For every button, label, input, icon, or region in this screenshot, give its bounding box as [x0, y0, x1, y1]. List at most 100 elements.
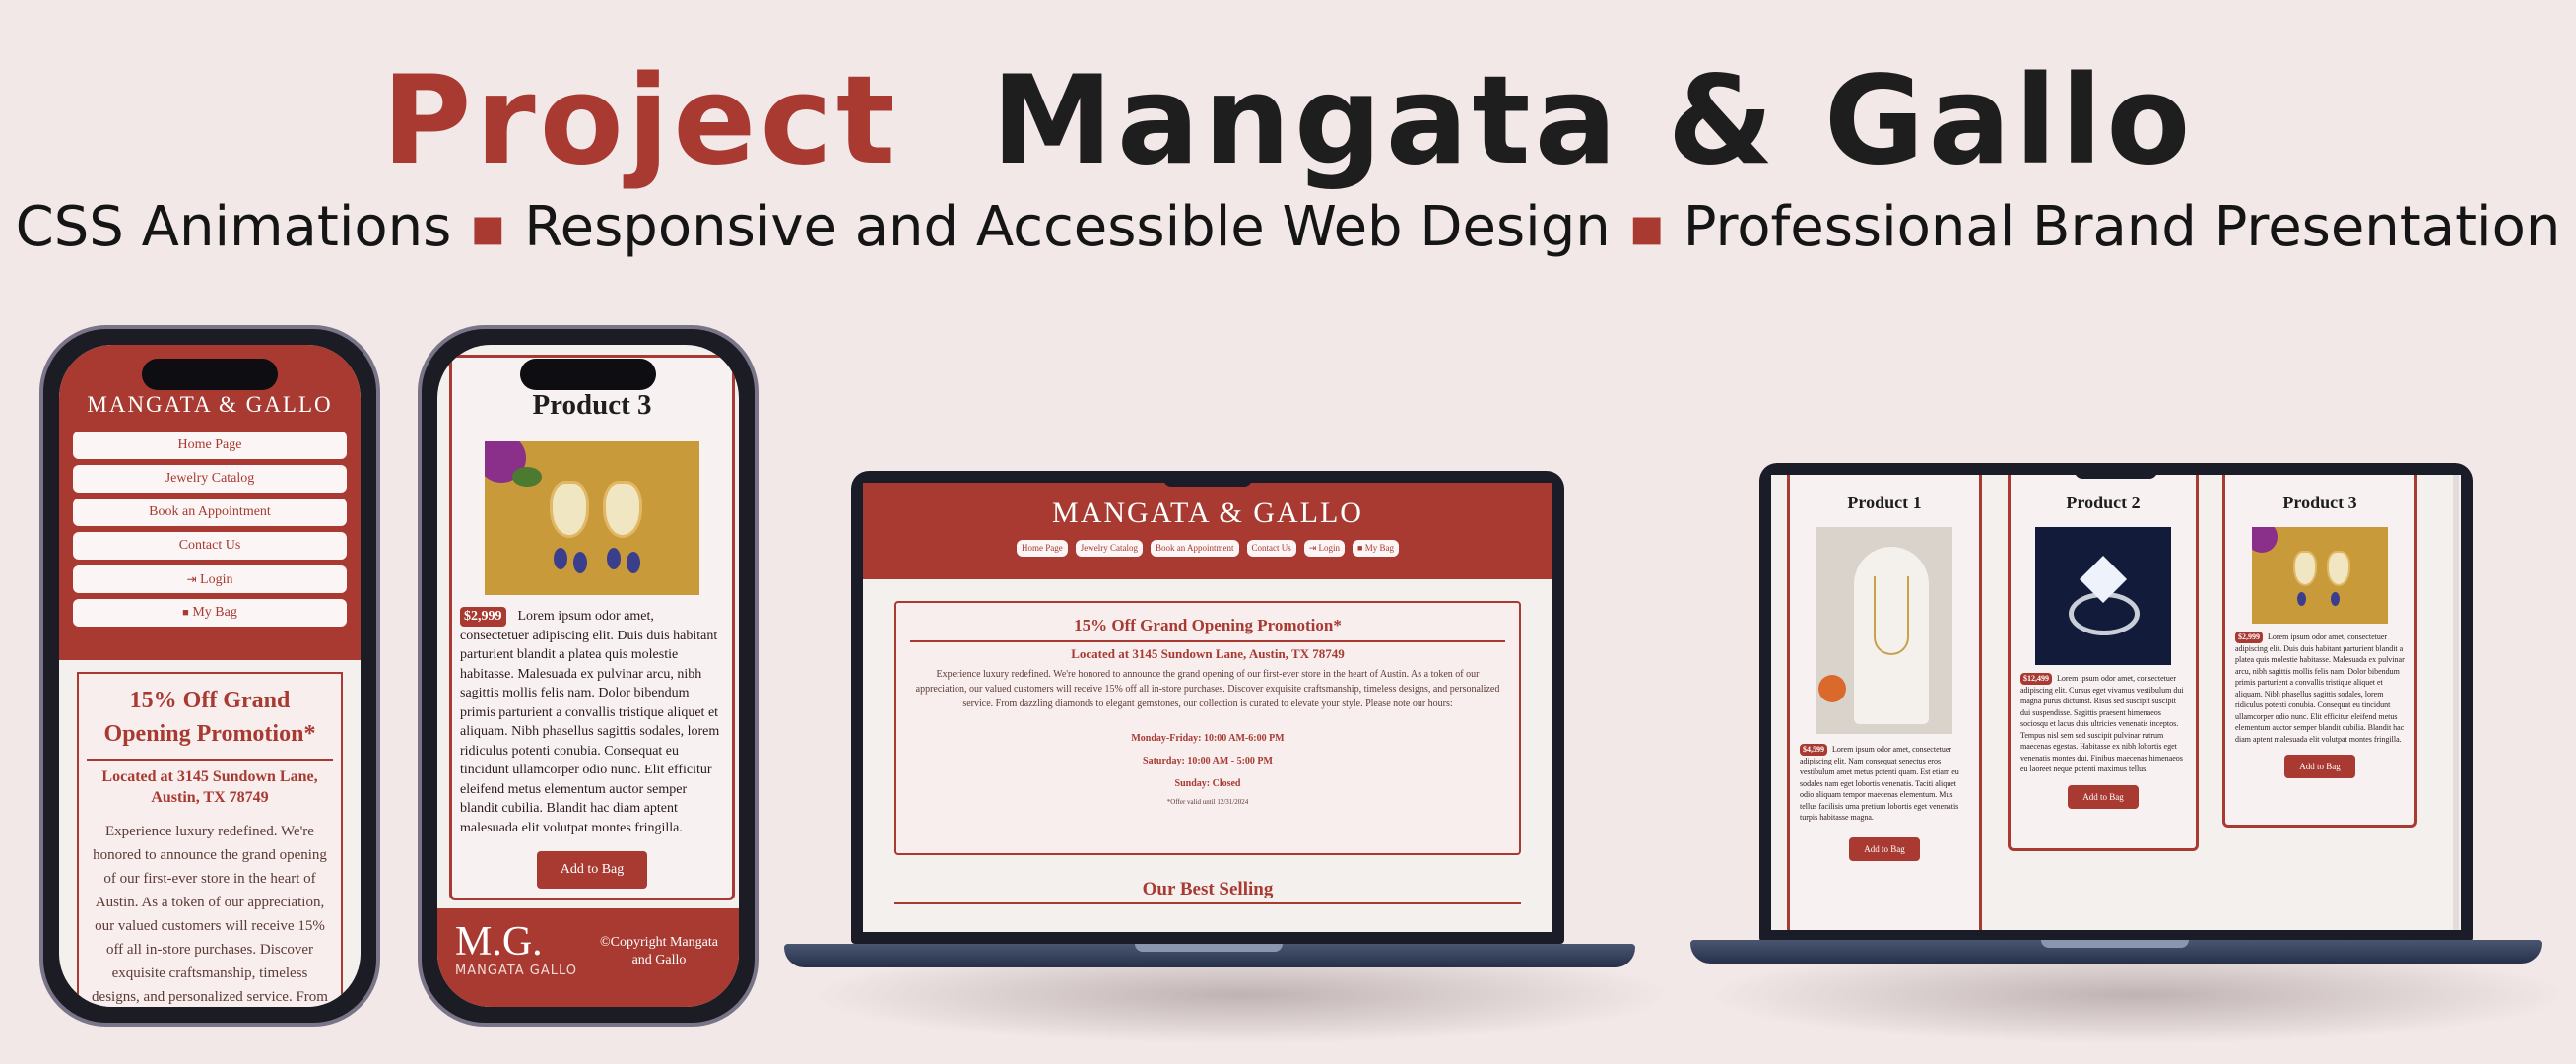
product-text: Lorem ipsum odor amet, consectetuer adip…	[460, 609, 720, 835]
phone-notch	[142, 359, 278, 390]
earring-shape	[2327, 551, 2350, 586]
promo-title: 15% Off Grand Opening Promotion*	[1074, 616, 1342, 634]
earring-shape	[603, 481, 642, 538]
product-card-3: Product 3 $2,999 Lorem ipsum odor amet, c…	[2222, 475, 2417, 828]
phone-mockup-product: Product 3 $2,999 Lorem ipsum odor amet, c…	[418, 325, 759, 1027]
brand-logo[interactable]: MANGATA & GALLO	[863, 497, 1552, 530]
subline-item-3: Professional Brand Presentation	[1683, 195, 2561, 259]
promo-section: 15% Off Grand Opening Promotion* Located…	[77, 672, 343, 1007]
headline-project: Project	[381, 50, 899, 192]
gem-shape	[554, 548, 567, 569]
product-text: Lorem ipsum odor amet, consectetuer adip…	[2020, 674, 2184, 773]
footer-logo-mark: M.G.	[455, 919, 543, 964]
laptop-mockup-home: MANGATA & GALLO Home Page Jewelry Catalo…	[851, 471, 1564, 944]
product-image-earrings	[485, 441, 699, 595]
hours-weekday: Monday-Friday: 10:00 AM-6:00 PM	[1131, 733, 1285, 744]
nav-login-label: Login	[200, 572, 233, 587]
gem-shape	[2331, 592, 2340, 606]
bag-icon: ■	[1357, 543, 1363, 553]
product-description: $2,999 Lorem ipsum odor amet, consectetue…	[460, 607, 724, 837]
promo-body: Experience luxury redefined. We're honor…	[92, 824, 328, 1005]
phone-header: MANGATA & GALLO Home Page Jewelry Catalo…	[59, 345, 361, 660]
product-description: $12,499 Lorem ipsum odor amet, consectetu…	[2020, 673, 2186, 775]
footer-copyright: ©Copyright Mangata and Gallo	[600, 935, 718, 967]
gem-shape	[607, 548, 621, 569]
nav-bag-label: My Bag	[1364, 543, 1394, 553]
product-image-ring	[2035, 527, 2171, 665]
promo-address: Located at 3145 Sundown Lane, Austin, TX…	[910, 640, 1505, 663]
product-description: $4,599 Lorem ipsum odor amet, consectetue…	[1800, 744, 1969, 824]
product-card-2: Product 2 $12,499 Lorem ipsum odor amet, …	[2008, 475, 2199, 851]
hours-sunday: Sunday: Closed	[1174, 778, 1241, 789]
subline-separator: ▪	[469, 195, 507, 259]
add-to-bag-button[interactable]: Add to Bag	[2068, 784, 2139, 809]
product-card-3: Product 3 $2,999 Lorem ipsum odor amet, c…	[449, 355, 735, 900]
nav-appointment[interactable]: Book an Appointment	[1151, 540, 1239, 557]
product-card-1: Product 1 $4,599 Lorem ipsum odor amet, c…	[1787, 475, 1982, 930]
product-price: $2,999	[460, 607, 506, 627]
login-icon: ⇥	[1308, 543, 1317, 553]
nav-login[interactable]: ⇥ Login	[1303, 540, 1346, 557]
nav-bag[interactable]: ■ My Bag	[1353, 540, 1399, 557]
product-image-earrings	[2252, 527, 2388, 624]
earring-shape	[2293, 551, 2317, 586]
laptop-camera-notch	[2075, 463, 2157, 479]
product-description: $2,999 Lorem ipsum odor amet, consectetue…	[2235, 632, 2405, 745]
add-to-bag-button[interactable]: Add to Bag	[2284, 755, 2355, 778]
product-price: $2,999	[2235, 632, 2263, 643]
gem-shape	[2297, 592, 2306, 606]
promo-body: Experience luxury redefined. We're honor…	[915, 669, 1500, 709]
phone-screen: MANGATA & GALLO Home Page Jewelry Catalo…	[59, 345, 361, 1007]
nav-appointment[interactable]: Book an Appointment	[73, 499, 347, 526]
gem-shape	[627, 552, 640, 573]
laptop-trackpad-notch	[2041, 940, 2189, 948]
promo-footnote: *Offer valid until 12/31/2024	[1166, 798, 1249, 806]
nav-contact[interactable]: Contact Us	[73, 532, 347, 560]
nav-home[interactable]: Home Page	[1017, 540, 1068, 557]
phone-mockup-home: MANGATA & GALLO Home Page Jewelry Catalo…	[39, 325, 380, 1027]
product-title: Product 3	[532, 389, 652, 421]
flower-shape	[1818, 675, 1846, 702]
best-selling-heading: Our Best Selling	[894, 879, 1521, 904]
footer-logo-sub: MANGATA GALLO	[455, 964, 577, 978]
product-title: Product 2	[2066, 493, 2141, 512]
headline-brand: Mangata & Gallo	[991, 50, 2195, 192]
nav-bag[interactable]: ■ My Bag	[73, 599, 347, 627]
promo-section: 15% Off Grand Opening Promotion* Located…	[894, 601, 1521, 855]
footer-logo: M.G. MANGATA GALLO	[455, 920, 577, 978]
product-title: Product 1	[1847, 493, 1922, 512]
laptop-mockup-products: Product 1 $4,599 Lorem ipsum odor amet, c…	[1759, 463, 2473, 942]
bag-icon: ■	[182, 607, 189, 619]
desktop-nav: Home Page Jewelry Catalog Book an Appoin…	[863, 540, 1552, 557]
necklace-shape	[1874, 576, 1909, 655]
nav-contact[interactable]: Contact Us	[1246, 540, 1296, 557]
nav-catalog[interactable]: Jewelry Catalog	[73, 465, 347, 493]
phone-screen: Product 3 $2,999 Lorem ipsum odor amet, c…	[437, 345, 739, 1007]
laptop-trackpad-notch	[1135, 944, 1283, 952]
product-price: $12,499	[2020, 673, 2052, 685]
subline-separator: ▪	[1627, 195, 1666, 259]
phone-notch	[520, 359, 656, 390]
add-to-bag-button[interactable]: Add to Bag	[537, 851, 647, 889]
nav-home[interactable]: Home Page	[73, 432, 347, 459]
flower-shape	[2252, 527, 2278, 553]
product-image-necklace	[1816, 527, 1952, 734]
nav-catalog[interactable]: Jewelry Catalog	[1075, 540, 1143, 557]
scrollbar[interactable]	[2453, 475, 2459, 930]
laptop-screen: MANGATA & GALLO Home Page Jewelry Catalo…	[863, 483, 1552, 932]
add-to-bag-button[interactable]: Add to Bag	[1849, 836, 1920, 861]
page-subline: CSS Animations ▪ Responsive and Accessible…	[0, 193, 2576, 262]
product-text: Lorem ipsum odor amet, consectetuer adip…	[2235, 632, 2405, 744]
brand-logo[interactable]: MANGATA & GALLO	[73, 392, 347, 418]
nav-bag-label: My Bag	[192, 605, 237, 620]
leaf-shape	[512, 467, 542, 487]
laptop-camera-notch	[1163, 471, 1252, 487]
product-text: Lorem ipsum odor amet, consectetuer adip…	[1800, 745, 1959, 822]
earring-shape	[550, 481, 589, 538]
desktop-header: MANGATA & GALLO Home Page Jewelry Catalo…	[863, 483, 1552, 579]
nav-login[interactable]: ⇥ Login	[73, 565, 347, 593]
subline-item-2: Responsive and Accessible Web Design	[524, 195, 1611, 259]
product-title: Product 3	[2282, 493, 2357, 512]
phone-footer: M.G. MANGATA GALLO ©Copyright Mangata an…	[437, 908, 739, 1007]
nav-login-label: Login	[1318, 543, 1341, 553]
